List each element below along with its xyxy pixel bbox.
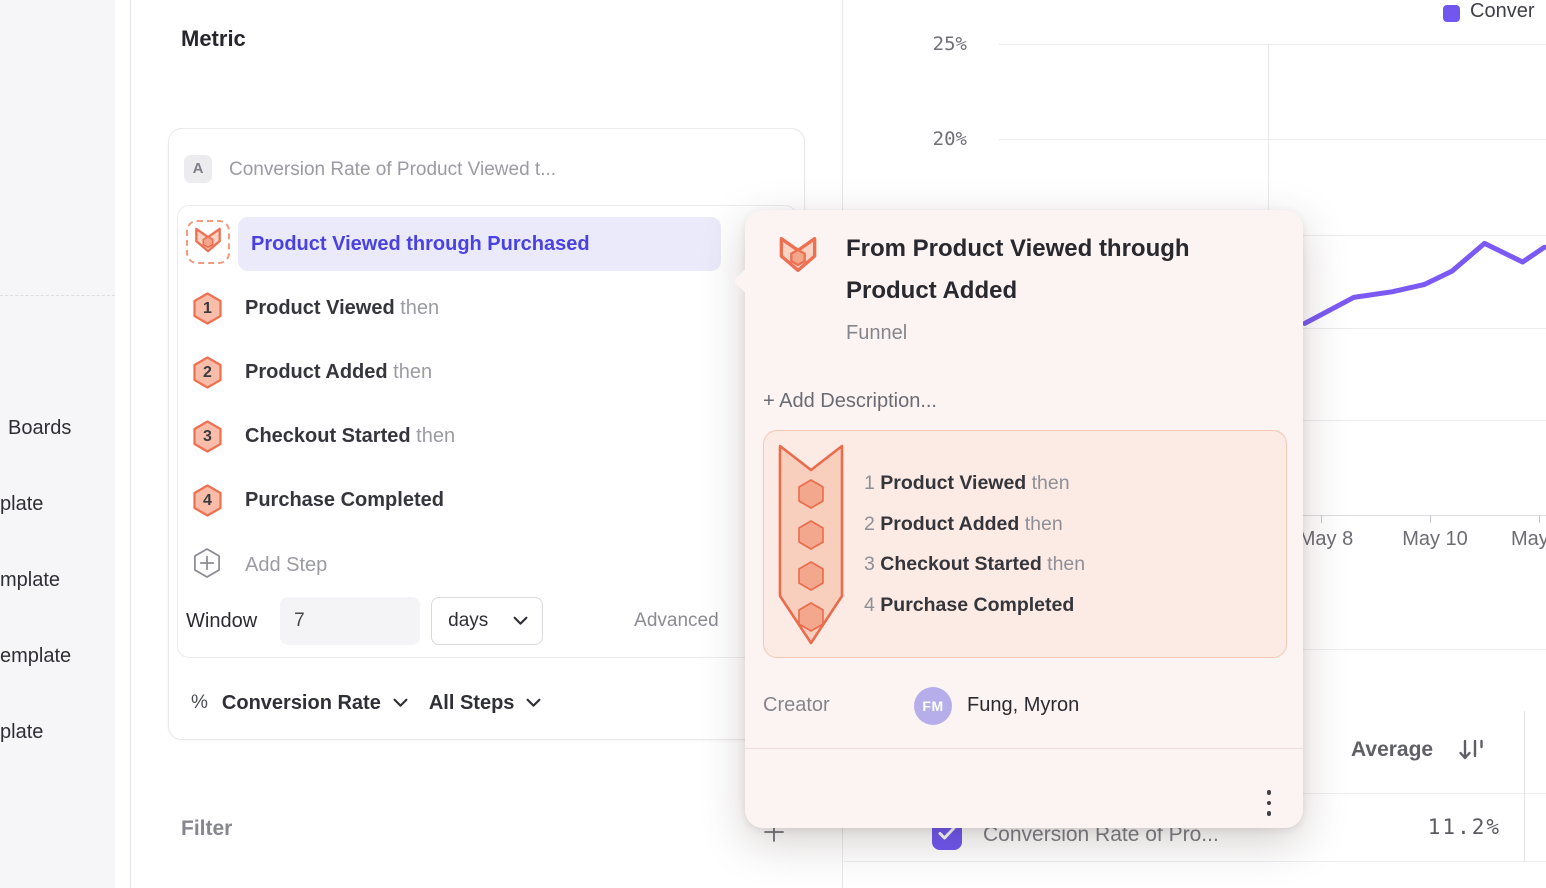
steps-scope-dropdown[interactable]: All Steps (429, 692, 515, 715)
popover-step-3-name: Checkout Started (880, 553, 1041, 575)
sidebar-item-template-4[interactable]: plate (0, 717, 43, 747)
funnel-banner-icon (778, 444, 844, 651)
funnel-step-1[interactable]: 1 Product Viewed then (192, 291, 439, 325)
more-options-kebab-icon[interactable] (1257, 783, 1281, 823)
popover-title: From Product Viewed through Product Adde… (846, 228, 1256, 312)
funnel-step-4[interactable]: 4 Purchase Completed (192, 483, 444, 517)
advanced-link[interactable]: Advanced (634, 610, 719, 632)
popover-step-3: 3 Checkout Started then (864, 551, 1085, 577)
step-4-label: Purchase Completed (245, 489, 444, 512)
creator-avatar: FM (914, 687, 952, 725)
step-1-number: 1 (192, 292, 223, 325)
conversion-window-row: Window 7 days Advanced (186, 597, 719, 645)
step-2-badge-icon: 2 (192, 356, 223, 389)
checkmark-icon (938, 826, 956, 845)
step-2-number: 2 (192, 356, 223, 389)
popover-step-2-suffix: then (1025, 513, 1063, 535)
chevron-down-icon[interactable] (393, 698, 408, 708)
sidebar-divider (0, 295, 115, 296)
popover-type-label: Funnel (846, 322, 907, 345)
step-2-suffix: then (393, 361, 432, 383)
measure-type-dropdown[interactable]: Conversion Rate (222, 692, 381, 715)
creator-label: Creator (763, 694, 830, 717)
funnel-icon (778, 236, 818, 278)
step-3-label: Checkout Started then (245, 425, 455, 448)
chevron-down-icon[interactable] (526, 698, 541, 708)
step-2-name: Product Added (245, 361, 388, 383)
step-3-name: Checkout Started (245, 425, 411, 447)
window-unit-value: days (448, 610, 488, 632)
funnel-drag-target (186, 220, 230, 264)
popover-step-2-number: 2 (864, 513, 875, 535)
plus-icon (762, 831, 786, 848)
popover-step-1-number: 1 (864, 472, 875, 494)
step-3-badge-icon: 3 (192, 420, 223, 453)
metric-heading: Metric (181, 26, 246, 52)
step-1-badge-icon: 1 (192, 292, 223, 325)
step-1-label: Product Viewed then (245, 297, 439, 320)
series-a-badge[interactable]: A (184, 155, 212, 183)
window-unit-select[interactable]: days (431, 597, 543, 645)
funnel-preview-box: 1 Product Viewed then 2 Product Added th… (763, 430, 1287, 658)
table-column-divider (1524, 711, 1525, 861)
table-row-average-value: 11.2% (1344, 815, 1501, 839)
add-step-hexagon-plus-icon (192, 547, 222, 584)
add-step-button[interactable]: Add Step (192, 549, 327, 581)
step-4-number: 4 (192, 484, 223, 517)
popover-step-4-number: 4 (864, 594, 875, 616)
sidebar-item-template-2[interactable]: mplate (0, 565, 60, 595)
popover-step-2-name: Product Added (880, 513, 1019, 535)
step-3-suffix: then (416, 425, 455, 447)
app-window: Boards plate mplate emplate plate Metric… (0, 0, 1546, 888)
creator-name: Fung, Myron (967, 694, 1079, 717)
measure-row: % Conversion Rate All Steps (191, 689, 541, 717)
popover-step-3-number: 3 (864, 553, 875, 575)
average-column-header[interactable]: Average (1351, 738, 1433, 762)
selected-funnel-event[interactable]: Product Viewed through Purchased (238, 217, 721, 271)
step-1-suffix: then (400, 297, 439, 319)
funnel-builder-card: Product Viewed through Purchased 1 Produ… (177, 205, 797, 658)
metric-config-panel: Metric A Conversion Rate of Product View… (131, 0, 843, 888)
add-step-label: Add Step (245, 554, 327, 577)
window-label: Window (186, 610, 257, 633)
percent-symbol: % (191, 692, 208, 714)
funnel-step-2[interactable]: 2 Product Added then (192, 355, 432, 389)
popover-step-3-suffix: then (1047, 553, 1085, 575)
sidebar-background (0, 0, 115, 888)
funnel-details-popover: From Product Viewed through Product Adde… (745, 210, 1303, 828)
series-title[interactable]: Conversion Rate of Product Viewed t... (229, 159, 556, 181)
step-2-label: Product Added then (245, 361, 432, 384)
popover-step-4: 4 Purchase Completed (864, 592, 1074, 618)
sidebar: Boards plate mplate emplate plate (0, 0, 131, 888)
sidebar-item-boards[interactable]: Boards (8, 413, 71, 443)
popover-step-4-name: Purchase Completed (880, 594, 1074, 616)
step-3-number: 3 (192, 420, 223, 453)
funnel-icon (194, 227, 222, 258)
window-value-input[interactable]: 7 (280, 597, 420, 645)
table-row-border (844, 861, 1546, 862)
sidebar-item-template-1[interactable]: plate (0, 489, 43, 519)
conversion-line (1305, 243, 1545, 323)
step-1-name: Product Viewed (245, 297, 395, 319)
sort-descending-icon[interactable] (1457, 736, 1485, 771)
popover-footer-divider (745, 748, 1303, 749)
popover-step-1-suffix: then (1032, 472, 1070, 494)
chevron-down-icon (513, 610, 528, 632)
popover-step-2: 2 Product Added then (864, 511, 1063, 537)
sidebar-item-template-3[interactable]: emplate (0, 641, 71, 671)
popover-step-1: 1 Product Viewed then (864, 470, 1070, 496)
step-4-badge-icon: 4 (192, 484, 223, 517)
step-4-name: Purchase Completed (245, 489, 444, 511)
metric-card: A Conversion Rate of Product Viewed t...… (168, 128, 805, 740)
filter-section-label: Filter (181, 817, 232, 841)
funnel-step-3[interactable]: 3 Checkout Started then (192, 419, 455, 453)
add-description-button[interactable]: + Add Description... (763, 390, 937, 413)
popover-step-1-name: Product Viewed (880, 472, 1026, 494)
